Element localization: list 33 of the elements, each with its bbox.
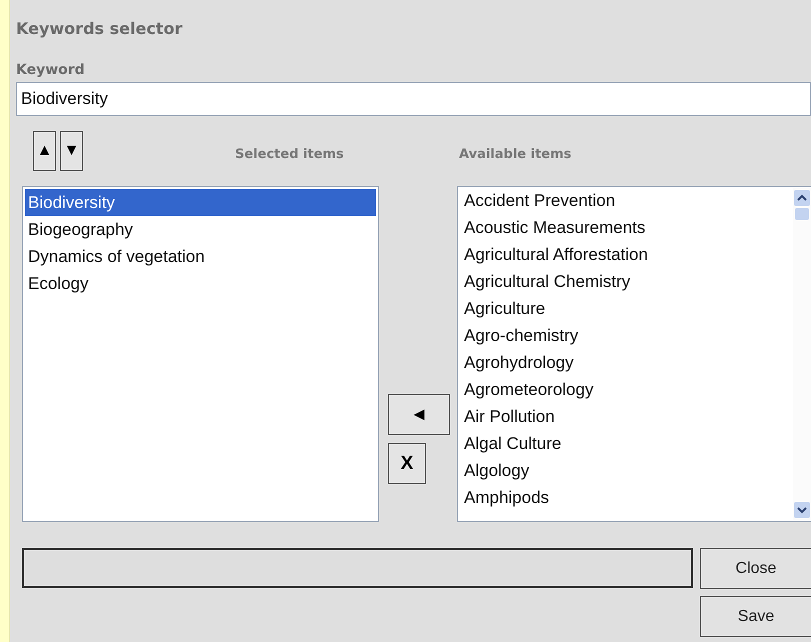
selected-items-list[interactable]: Biodiversity Biogeography Dynamics of vegetation Ecology: [22, 186, 379, 522]
list-item[interactable]: Air Pollution: [461, 403, 793, 430]
list-item[interactable]: Agricultural Chemistry: [461, 268, 793, 295]
scrollbar[interactable]: [793, 187, 811, 521]
close-button[interactable]: Close: [700, 548, 811, 589]
list-item[interactable]: Biodiversity: [25, 189, 376, 216]
add-button[interactable]: ◄: [388, 394, 450, 435]
save-button[interactable]: Save: [700, 596, 811, 637]
list-item[interactable]: Accident Prevention: [461, 187, 793, 214]
list-item[interactable]: Ecology: [25, 270, 376, 297]
dialog-title: Keywords selector: [16, 19, 184, 39]
list-item[interactable]: Agro-chemistry: [461, 322, 793, 349]
available-items-list[interactable]: Accident Prevention Acoustic Measurements Agricultural Afforestation Agricultural Chemistry Agriculture Agro-chemistry Agrohydrology Agrometeorology Air Pollution Algal Culture Algology Amphipods: [457, 186, 811, 522]
keyword-label: Keyword: [16, 62, 86, 80]
list-item[interactable]: Biogeography: [25, 216, 376, 243]
list-item[interactable]: Algal Culture: [461, 430, 793, 457]
scroll-thumb[interactable]: [795, 208, 809, 220]
scroll-up-icon[interactable]: [794, 190, 810, 206]
remove-button[interactable]: X: [388, 443, 426, 484]
keyword-field[interactable]: Biodiversity: [16, 82, 811, 116]
list-item[interactable]: Agriculture: [461, 295, 793, 322]
selected-items-heading: Selected items: [235, 147, 344, 162]
list-item[interactable]: Algology: [461, 457, 793, 484]
list-item[interactable]: Agrometeorology: [461, 376, 793, 403]
move-up-button[interactable]: ▲: [33, 131, 56, 171]
list-item[interactable]: Agrohydrology: [461, 349, 793, 376]
list-item[interactable]: Amphipods: [461, 484, 793, 511]
move-down-button[interactable]: ▼: [60, 131, 83, 171]
list-item[interactable]: Acoustic Measurements: [461, 214, 793, 241]
available-items-heading: Available items: [459, 147, 572, 162]
list-item[interactable]: Agricultural Afforestation: [461, 241, 793, 268]
list-item[interactable]: Dynamics of vegetation: [25, 243, 376, 270]
scroll-down-icon[interactable]: [794, 502, 810, 518]
